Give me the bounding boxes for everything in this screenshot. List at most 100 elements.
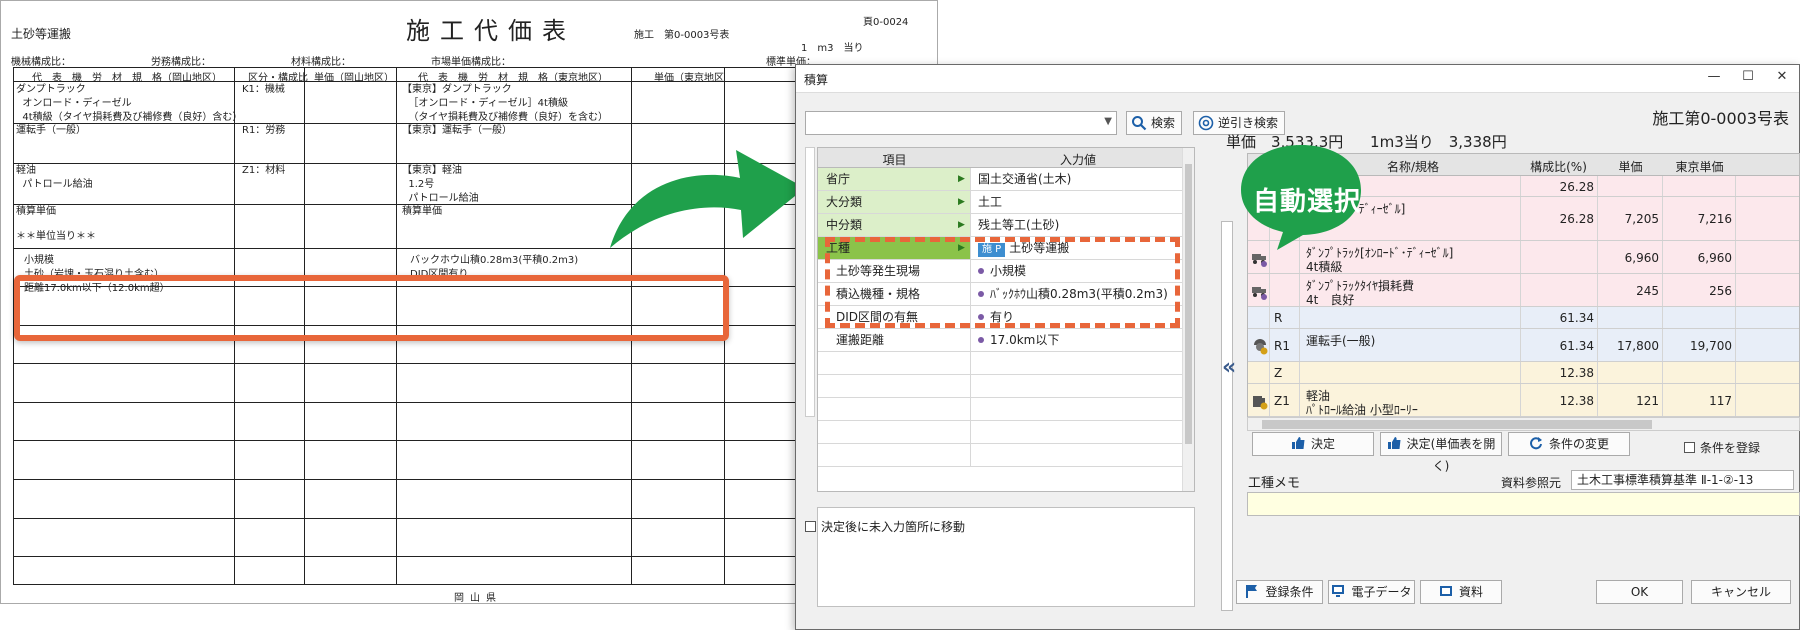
checkbox-box[interactable] <box>1684 442 1695 453</box>
grid-row-value[interactable] <box>972 421 1182 443</box>
grid-row[interactable] <box>818 375 1194 398</box>
grid-row[interactable] <box>818 444 1194 467</box>
doc-header-spec-tokyo: 代 表 機 労 材 規 格（東京地区） <box>418 73 608 84</box>
ok-button[interactable]: OK <box>1596 580 1683 604</box>
doc-footer-prefecture: 岡山県 <box>454 593 502 604</box>
grid-row-key <box>818 375 971 397</box>
doc-row-estimate-unit-tokyo: 積算単価 <box>402 206 442 217</box>
grid-row-value[interactable]: 17.0km以下 <box>972 329 1182 351</box>
grid-row[interactable] <box>818 421 1194 444</box>
row-price: 6,960 <box>1624 250 1659 265</box>
book-icon <box>1439 586 1452 596</box>
doc-ratio-machine: 機械構成比： <box>11 57 71 68</box>
doc-row-truck-spec: ダンプトラック オンロード・ディーゼル 4t積級（タイヤ損耗費及び補修費（良好）… <box>16 84 243 123</box>
doc-row-fuel-tokyo: 【東京】軽油 1.2号 パトロール給油 <box>402 165 479 204</box>
row-spec: ﾊﾟﾄﾛｰﾙ給油 小型ﾛｰﾘｰ <box>1306 403 1418 417</box>
register-conditions-checkbox[interactable]: 条件を登録 <box>1684 439 1760 456</box>
electronic-data-button[interactable]: 電子データ <box>1328 580 1415 604</box>
grid-row-value-text: 残土等工(土砂) <box>978 218 1060 232</box>
row-ratio: 26.28 <box>1559 179 1594 194</box>
cancel-button[interactable]: キャンセル <box>1691 580 1791 604</box>
work-memo-field[interactable] <box>1247 492 1800 516</box>
bullet-icon <box>978 337 984 343</box>
minimize-button[interactable]: — <box>1699 69 1729 89</box>
per-unit-amount: 1m3当り 3,338円 <box>1370 133 1507 151</box>
grid-row[interactable]: 中分類 ▶ 残土等工(土砂) <box>818 214 1194 237</box>
move-to-empty-checkbox[interactable]: 決定後に未入力箇所に移動 <box>805 518 965 535</box>
chevron-down-icon[interactable]: ▼ <box>1104 116 1112 127</box>
table-horizontal-scrollbar[interactable] <box>1247 417 1800 431</box>
grid-row-value[interactable]: 残土等工(土砂) <box>972 214 1182 236</box>
header-tokyo-price: 東京単価 <box>1675 160 1724 174</box>
registered-conditions-button[interactable]: 登録条件 <box>1236 580 1323 604</box>
material-button[interactable]: 資料 <box>1420 580 1502 604</box>
dialog-titlebar: 積算 — ☐ ✕ <box>796 65 1799 93</box>
grid-row-value-text: 17.0km以下 <box>990 333 1060 347</box>
table-row[interactable]: Z1 軽油 ﾊﾟﾄﾛｰﾙ給油 小型ﾛｰﾘｰ 12.38 121 117 <box>1248 384 1799 417</box>
worker-icon <box>1251 337 1269 358</box>
change-conditions-label: 条件の変更 <box>1548 437 1609 451</box>
table-row[interactable]: Z 12.38 <box>1248 362 1799 384</box>
row-tokyo-price: 256 <box>1709 283 1732 298</box>
double-chevron-left-icon[interactable]: « <box>1222 355 1236 380</box>
middle-splitter[interactable] <box>1221 221 1233 611</box>
grid-row-value[interactable] <box>972 398 1182 420</box>
grid-row-key: 運搬距離 <box>818 329 971 351</box>
decide-button[interactable]: 決定 <box>1252 432 1374 456</box>
grid-row-key: 省庁 <box>818 168 971 190</box>
decide-button-label: 決定 <box>1310 437 1335 451</box>
decide-open-button[interactable]: 決定(単価表を開く) <box>1380 432 1502 473</box>
row-code: Z1 <box>1274 393 1290 408</box>
electronic-data-label: 電子データ <box>1351 585 1412 599</box>
doc-header-spec-okayama: 代 表 機 労 材 規 格（岡山地区） <box>32 73 222 84</box>
doc-row-truck-kubun: K1：機械 <box>242 84 285 95</box>
table-row[interactable]: ﾀﾞﾝﾌﾟﾄﾗｯｸﾀｲﾔ損耗費 4t 良好 245 256 <box>1248 274 1799 307</box>
table-row[interactable]: R 61.34 <box>1248 307 1799 329</box>
left-splitter[interactable] <box>805 147 815 417</box>
doc-row-driver-tokyo: 【東京】運転手（一般） <box>402 125 512 136</box>
thumbs-up-icon <box>1387 437 1401 449</box>
grid-row-value-text: 国土交通省(土木) <box>978 172 1072 186</box>
change-conditions-button[interactable]: 条件の変更 <box>1508 432 1630 456</box>
row-code: R <box>1274 311 1283 325</box>
reference-source-field[interactable]: 土木工事標準積算基準 Ⅱ-1-②-13 <box>1571 470 1794 490</box>
checkbox-box[interactable] <box>805 521 816 532</box>
search-combo-input[interactable]: ▼ <box>805 111 1117 135</box>
green-arrow-icon <box>610 150 805 248</box>
grid-row[interactable]: 運搬距離 17.0km以下 <box>818 329 1194 352</box>
row-spec: 4t積級 <box>1306 260 1343 274</box>
refresh-icon <box>1530 437 1542 450</box>
expand-arrow-icon: ▶ <box>958 197 965 207</box>
doc-row-fuel-spec: 軽油 パトロール給油 <box>16 165 93 190</box>
doc-unit: 1 m3 当り <box>801 43 864 54</box>
highlight-conditions-box <box>14 275 729 341</box>
maximize-button[interactable]: ☐ <box>1733 69 1763 89</box>
register-conditions-label: 条件を登録 <box>1700 441 1761 455</box>
header-price: 単価 <box>1618 160 1643 174</box>
row-ratio: 61.34 <box>1559 311 1594 325</box>
grid-row-value[interactable] <box>972 352 1182 374</box>
grid-row[interactable]: 大分類 ▶ 土工 <box>818 191 1194 214</box>
row-name: 運転手(一般) <box>1306 334 1376 348</box>
expand-arrow-icon: ▶ <box>958 220 965 230</box>
grid-row-value[interactable] <box>972 375 1182 397</box>
row-ratio: 12.38 <box>1559 393 1594 408</box>
doc-row-fuel-kubun: Z1：材料 <box>242 165 286 176</box>
grid-row-value[interactable] <box>972 444 1182 466</box>
reverse-search-button-label: 逆引き検索 <box>1218 116 1279 130</box>
search-button[interactable]: 検索 <box>1126 111 1183 135</box>
grid-row-value[interactable]: 国土交通省(土木) <box>972 168 1182 190</box>
table-row[interactable]: R1 運転手(一般) 61.34 17,800 19,700 <box>1248 329 1799 362</box>
row-tokyo-price: 19,700 <box>1690 338 1732 353</box>
grid-row-key: 大分類 <box>818 191 971 213</box>
grid-row[interactable] <box>818 352 1194 375</box>
row-ratio: 61.34 <box>1559 338 1594 353</box>
move-to-empty-label: 決定後に未入力箇所に移動 <box>821 520 966 534</box>
grid-row[interactable] <box>818 398 1194 421</box>
grid-row[interactable]: 省庁 ▶ 国土交通省(土木) <box>818 168 1194 191</box>
thumbs-up-icon <box>1291 437 1305 449</box>
row-code: Z <box>1274 366 1283 380</box>
close-button[interactable]: ✕ <box>1767 69 1797 89</box>
grid-row-value[interactable]: 土工 <box>972 191 1182 213</box>
grid-scrollbar[interactable] <box>1182 148 1194 491</box>
